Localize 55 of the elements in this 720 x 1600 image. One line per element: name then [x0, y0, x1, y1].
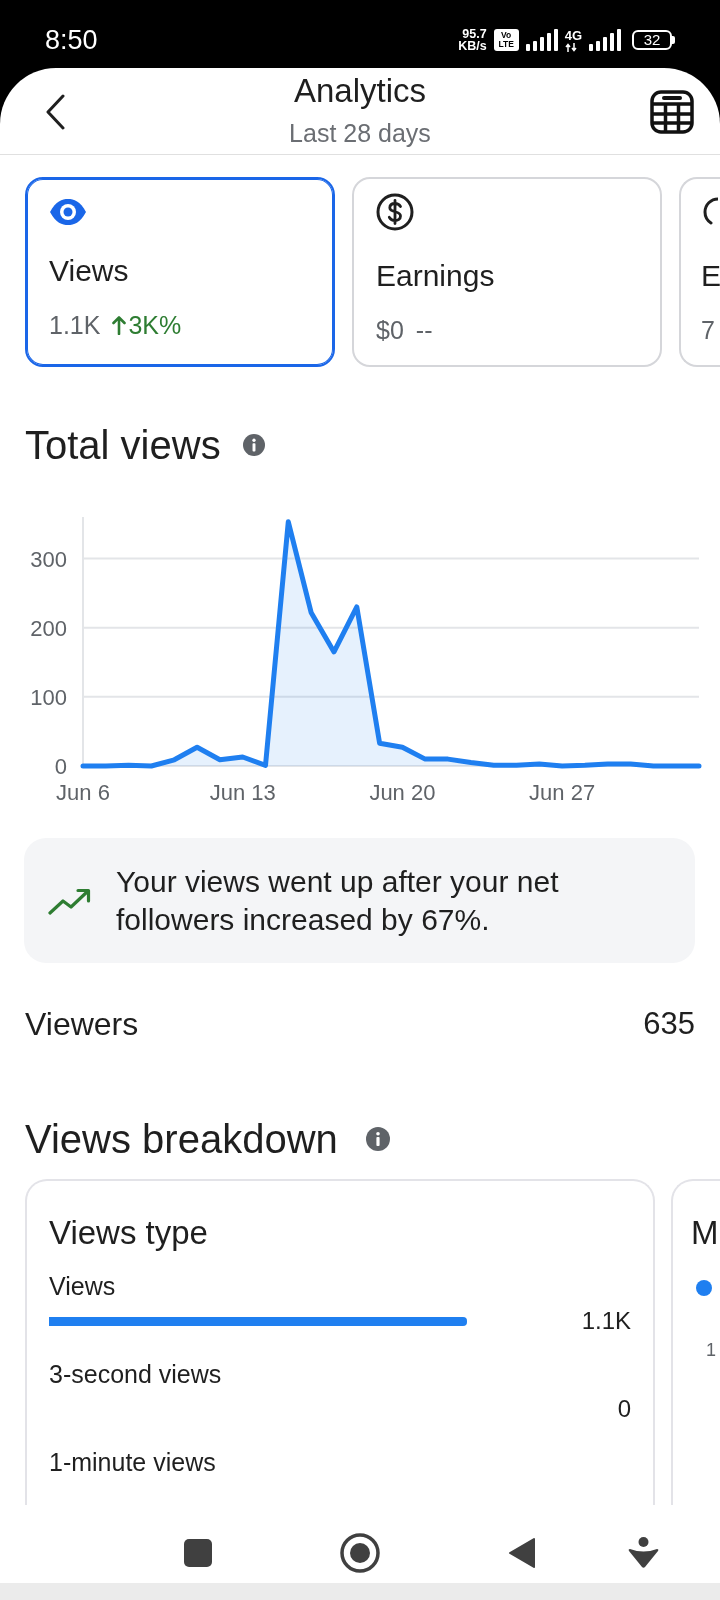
data-arrows-icon	[564, 42, 577, 52]
dollar-icon	[376, 193, 414, 231]
info-icon[interactable]	[242, 434, 265, 456]
page-title: Analytics	[292, 72, 427, 110]
legend-dot-icon	[696, 1280, 712, 1296]
bar-value: 1.1K	[580, 1306, 631, 1336]
axis-label: Jun 13	[209, 780, 276, 805]
calendar-icon[interactable]	[650, 90, 694, 134]
metric-value: 7	[701, 315, 715, 345]
metric-value: 1.1K	[49, 310, 101, 340]
metric-value: $0	[376, 315, 404, 345]
home-icon[interactable]	[340, 1533, 380, 1573]
axis-label: 0	[54, 754, 67, 779]
battery-indicator: 32	[632, 30, 675, 50]
viewers-count: 635	[643, 1005, 695, 1043]
network-type: 4G	[564, 28, 582, 42]
card-title: M	[691, 1213, 720, 1253]
metric-change: 3K%	[128, 310, 182, 340]
metric-card[interactable]: Views 1.1K 3K%	[25, 177, 335, 367]
square-icon[interactable]	[184, 1539, 212, 1567]
metric-card[interactable]: E 7	[679, 177, 720, 367]
bar-label: 3-second views	[49, 1359, 223, 1389]
trend-up-icon	[48, 886, 92, 915]
bar-label: 1-minute views	[49, 1447, 217, 1477]
bar-value: 0	[616, 1394, 631, 1424]
network-speed: 95.7	[462, 28, 487, 40]
info-icon[interactable]	[365, 1127, 390, 1151]
section-title: Total views	[25, 423, 221, 467]
metric-card[interactable]: Earnings $0 --	[352, 177, 662, 367]
viewers-label: Viewers	[25, 1005, 139, 1044]
axis-label: Jun 27	[529, 780, 596, 805]
volte-indicator: Vo LTE	[493, 29, 519, 51]
section-title: Views breakdown	[25, 1116, 338, 1162]
card-title: Views type	[49, 1213, 209, 1253]
bar-label: Views	[49, 1271, 117, 1301]
speed-unit: KB/s	[458, 40, 487, 52]
metric-label: Earnings	[376, 259, 496, 293]
axis-label: Jun 6	[56, 780, 110, 805]
axis-label: 200	[30, 615, 67, 641]
person-icon[interactable]	[627, 1537, 660, 1569]
insight-text: Your views went up after your net followers increased by 67%.	[116, 863, 560, 938]
back-icon[interactable]	[45, 94, 65, 130]
metric-label: E	[701, 259, 720, 293]
signal-icon	[525, 29, 558, 51]
back-icon[interactable]	[508, 1537, 536, 1569]
axis-label: Jun 20	[369, 780, 436, 805]
metric-change: --	[415, 315, 433, 345]
signal-icon	[589, 29, 621, 51]
axis-label: 300	[30, 546, 67, 572]
eye-icon	[49, 198, 87, 226]
metric-label: Views	[49, 254, 130, 288]
axis-label: 1	[706, 1339, 717, 1361]
date-range: Last 28 days	[289, 118, 431, 148]
axis-label: 100	[30, 684, 67, 710]
status-time: 8:50	[45, 24, 98, 56]
